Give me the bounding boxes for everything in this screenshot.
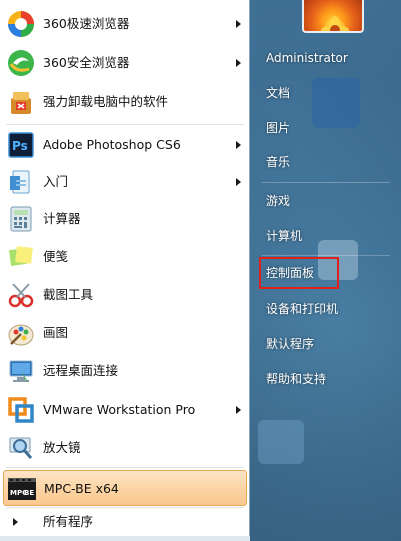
program-label: 画图 [43,325,69,340]
all-programs-button[interactable]: 所有程序 [3,508,247,536]
vmware-icon [6,395,36,425]
paint-icon [6,318,36,348]
program-label: 强力卸载电脑中的软件 [43,94,169,109]
remote-desktop-icon [6,356,36,386]
program-label: 放大镜 [43,440,81,455]
right-item-pictures[interactable]: 图片 [258,113,398,143]
program-label: Adobe Photoshop CS6 [43,137,181,152]
right-item-devices-printers[interactable]: 设备和打印机 [258,294,398,324]
search-box-edge [0,536,250,541]
program-label: 入门 [43,174,69,189]
desktop-icon-blur [258,420,304,464]
program-snipping-tool[interactable]: 截图工具 [3,277,247,313]
getting-started-icon [6,167,36,197]
program-label: 计算器 [43,211,81,226]
all-programs-label: 所有程序 [43,514,94,529]
submenu-arrow-icon [236,406,241,414]
uninstaller-icon [6,87,36,117]
right-item-games[interactable]: 游戏 [258,186,398,216]
program-magnifier[interactable]: 放大镜 [3,430,247,466]
program-getting-started[interactable]: 入门 [3,164,247,200]
sticky-notes-icon [6,242,36,272]
360-speed-browser-icon [6,9,36,39]
magnifier-icon [6,433,36,463]
right-item-help-support[interactable]: 帮助和支持 [258,364,398,394]
program-label: 便笺 [43,249,69,264]
mpc-be-icon: MPC BE [7,474,37,504]
menu-separator [6,124,244,125]
snipping-tool-icon [6,280,36,310]
submenu-arrow-icon [236,20,241,28]
program-vmware[interactable]: VMware Workstation Pro [3,392,247,428]
program-photoshop[interactable]: Ps Adobe Photoshop CS6 [3,127,247,163]
control-panel-highlight-box [259,257,339,289]
program-360-speed-browser[interactable]: 360极速浏览器 [3,6,247,42]
right-separator [262,182,390,183]
program-label: 360安全浏览器 [43,55,130,70]
program-remote-desktop[interactable]: 远程桌面连接 [3,353,247,389]
program-360-safe-browser[interactable]: 360安全浏览器 [3,45,247,81]
360-safe-browser-icon [6,48,36,78]
program-mpc-be[interactable]: MPC BE MPC-BE x64 [3,470,247,506]
right-item-user[interactable]: Administrator [258,43,398,73]
svg-text:Ps: Ps [12,139,28,153]
program-uninstaller[interactable]: 强力卸载电脑中的软件 [3,84,247,120]
user-avatar[interactable] [302,0,364,33]
calculator-icon [6,204,36,234]
start-menu-programs-panel: 360极速浏览器 360安全浏览器 强力卸载电脑中的软件 Ps Adobe Ph… [0,0,250,541]
submenu-arrow-icon [236,178,241,186]
program-label: MPC-BE x64 [44,481,119,496]
photoshop-icon: Ps [6,130,36,160]
right-item-default-programs[interactable]: 默认程序 [258,329,398,359]
program-paint[interactable]: 画图 [3,315,247,351]
program-sticky-notes[interactable]: 便笺 [3,239,247,275]
svg-text:BE: BE [24,489,34,497]
submenu-arrow-icon [236,141,241,149]
program-label: VMware Workstation Pro [43,402,196,417]
all-programs-arrow-icon [13,518,18,526]
program-label: 360极速浏览器 [43,16,130,31]
program-calculator[interactable]: 计算器 [3,201,247,237]
program-label: 截图工具 [43,287,94,302]
right-item-computer[interactable]: 计算机 [258,221,398,251]
program-label: 远程桌面连接 [43,363,119,378]
right-item-music[interactable]: 音乐 [258,147,398,177]
right-item-documents[interactable]: 文档 [258,78,398,108]
right-separator [262,255,390,256]
menu-separator [6,467,244,468]
submenu-arrow-icon [236,59,241,67]
